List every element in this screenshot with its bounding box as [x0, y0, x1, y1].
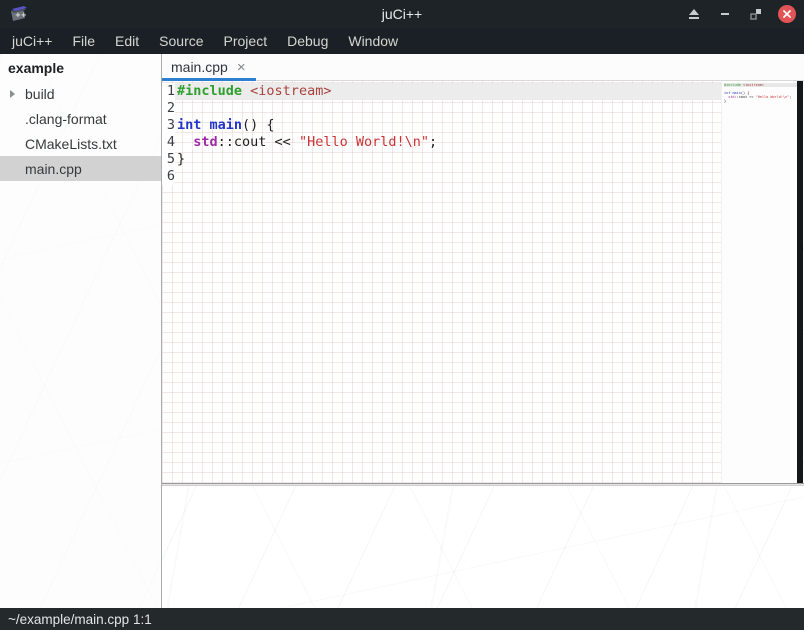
statusbar: ~/example/main.cpp 1:1: [0, 608, 804, 630]
code-text: #include <iostream>: [175, 83, 721, 100]
menu-item-file[interactable]: File: [62, 30, 105, 52]
tree-item-build[interactable]: build: [0, 81, 161, 106]
close-button[interactable]: [778, 5, 796, 23]
tabbar: main.cpp ×: [162, 54, 804, 81]
line-number: 5: [162, 151, 175, 168]
vertical-scrollbar[interactable]: [797, 81, 803, 483]
code-line-1[interactable]: 1#include <iostream>: [162, 83, 721, 100]
code-line-5[interactable]: 5}: [162, 151, 721, 168]
menu-item-debug[interactable]: Debug: [277, 30, 338, 52]
menu-item-project[interactable]: Project: [214, 30, 278, 52]
svg-text:++: ++: [15, 11, 27, 19]
tree-item--clang-format[interactable]: .clang-format: [0, 106, 161, 131]
shade-button[interactable]: [685, 5, 703, 23]
menu-item-window[interactable]: Window: [338, 30, 408, 52]
code-line-2[interactable]: 2: [162, 100, 721, 117]
code-text: }: [175, 151, 721, 168]
window-title: juCi++: [0, 6, 804, 22]
code-text: int main() {: [175, 117, 721, 134]
menu-item-juci-[interactable]: juCi++: [2, 30, 62, 52]
line-number: 3: [162, 117, 175, 134]
minimap-line: std::cout << "Hello World!\n";: [724, 95, 797, 99]
menu-item-source[interactable]: Source: [149, 30, 213, 52]
tab-main-cpp[interactable]: main.cpp ×: [162, 54, 256, 80]
editor-column: main.cpp × 1#include <iostream>23int mai…: [162, 54, 804, 608]
code-line-4[interactable]: 4 std::cout << "Hello World!\n";: [162, 134, 721, 151]
menubar: juCi++FileEditSourceProjectDebugWindow: [0, 28, 804, 54]
line-number: 6: [162, 168, 175, 185]
file-tree-sidebar: example build .clang-format CMakeLists.txt…: [0, 54, 162, 608]
minimap-line: [724, 103, 797, 107]
tree-item-main-cpp[interactable]: main.cpp: [0, 156, 161, 181]
titlebar[interactable]: ++ juCi++: [0, 0, 804, 28]
code-line-6[interactable]: 6: [162, 168, 721, 185]
expander-triangle-icon[interactable]: [4, 90, 21, 98]
code-area[interactable]: 1#include <iostream>23int main() {4 std:…: [162, 81, 721, 483]
code-text: [175, 168, 721, 185]
tree-root-folder[interactable]: example: [0, 54, 161, 81]
jucipp-window: ++ juCi++: [0, 0, 804, 630]
tree-item-label: .clang-format: [0, 111, 107, 127]
minimap[interactable]: #include <iostream>int main() { std::cou…: [721, 81, 797, 483]
tree-item-label: build: [21, 86, 55, 102]
tree-item-cmakelists-txt[interactable]: CMakeLists.txt: [0, 131, 161, 156]
content: example build .clang-format CMakeLists.txt…: [0, 54, 804, 608]
tab-label: main.cpp: [171, 59, 228, 75]
code-text: std::cout << "Hello World!\n";: [175, 134, 721, 151]
code-line-3[interactable]: 3int main() {: [162, 117, 721, 134]
code-text: [175, 100, 721, 117]
menu-item-edit[interactable]: Edit: [105, 30, 149, 52]
terminal-pane[interactable]: [162, 486, 804, 608]
tab-close-icon[interactable]: ×: [237, 60, 246, 75]
line-number: 4: [162, 134, 175, 151]
line-number: 1: [162, 83, 175, 100]
minimize-button[interactable]: [716, 5, 734, 23]
tree-item-label: CMakeLists.txt: [0, 136, 117, 152]
jucipp-logo-icon: ++: [8, 4, 30, 24]
tree-item-label: main.cpp: [0, 161, 82, 177]
restore-button[interactable]: [747, 5, 765, 23]
line-number: 2: [162, 100, 175, 117]
status-file-location: ~/example/main.cpp 1:1: [8, 612, 152, 627]
source-editor[interactable]: 1#include <iostream>23int main() {4 std:…: [162, 81, 804, 483]
